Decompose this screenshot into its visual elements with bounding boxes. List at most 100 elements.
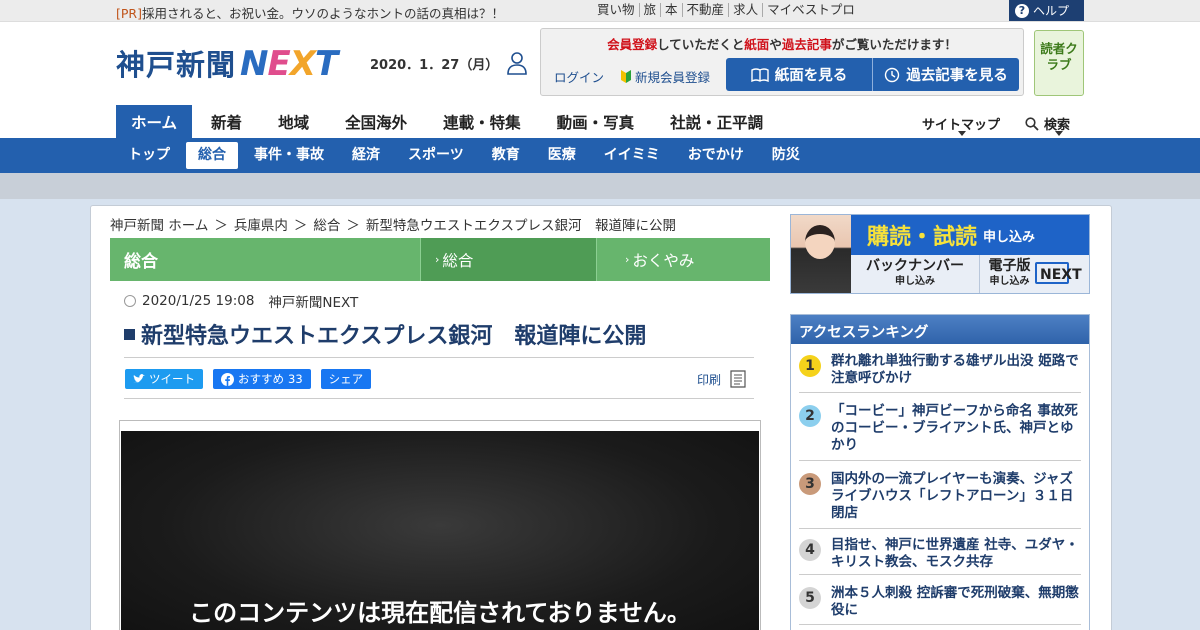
tab-obituary[interactable]: › おくやみ [596, 238, 770, 281]
ranking-item[interactable]: 4 目指せ、神戸に世界遺産 社寺、ユダヤ・キリスト教会、モスク共存 [799, 537, 1081, 575]
ranking-title: アクセスランキング [791, 315, 1089, 344]
nav-region[interactable]: 地域 [278, 105, 309, 138]
search-link[interactable]: 検索 [1025, 114, 1070, 133]
chevron-down-icon [1055, 131, 1063, 136]
new-member-link[interactable]: 新規会員登録 [621, 67, 710, 86]
video-player[interactable]: このコンテンツは現在配信されておりません。 [119, 420, 761, 630]
main-nav: ホーム 新着 地域 全国海外 連載・特集 動画・写真 社説・正平調 [116, 105, 799, 138]
rank-badge: 5 [799, 587, 821, 609]
subnav-top[interactable]: トップ [116, 142, 182, 169]
site-logo[interactable]: 神戸新聞 NEXT [116, 42, 338, 84]
tweet-button[interactable]: ツイート [125, 369, 203, 389]
ranking-item[interactable]: 2 「コービー」神戸ビーフから命名 事故死のコービー・ブライアント氏、神戸とゆか… [799, 403, 1081, 461]
video-screen: このコンテンツは現在配信されておりません。 [121, 431, 759, 630]
service-link[interactable]: マイベストプロ [762, 3, 859, 17]
breadcrumb: 神戸新聞 ホーム ＞ 兵庫県内 ＞ 総合 ＞ 新型特急ウエストエクスプレス銀河 … [110, 214, 676, 234]
nav-home[interactable]: ホーム [116, 105, 193, 138]
ranking-headline: 目指せ、神戸に世界遺産 社寺、ユダヤ・キリスト教会、モスク共存 [831, 537, 1079, 570]
ranking-headline: 「コービー」神戸ビーフから命名 事故死のコービー・ブライアント氏、神戸とゆかり [831, 403, 1078, 453]
sub-nav: トップ 総合 事件・事故 経済 スポーツ 教育 医療 イイミミ おでかけ 防災 [0, 138, 1200, 173]
ad-band [0, 173, 1200, 199]
breadcrumb-category[interactable]: 総合 [313, 214, 340, 234]
subnav-general[interactable]: 総合 [186, 142, 238, 169]
breadcrumb-home[interactable]: 神戸新聞 ホーム [110, 214, 208, 234]
digital-edition-link: 電子版 申し込み [979, 255, 1039, 293]
service-link[interactable]: 旅 [638, 3, 661, 17]
ranking-item[interactable]: 3 国内外の一流プレイヤーも演奏、ジャズライブハウス「レフトアローン」３１日閉店 [799, 471, 1081, 529]
member-box: 会員登録していただくと紙面や過去記事がご覧いただけます！ ログイン 新規会員登録… [540, 28, 1024, 96]
view-buttons: 紙面を見る 過去記事を見る [726, 58, 1019, 91]
model-photo [791, 215, 851, 293]
subnav-incident[interactable]: 事件・事故 [242, 142, 336, 169]
ranking-headline: 国内外の一流プレイヤーも演奏、ジャズライブハウス「レフトアローン」３１日閉店 [831, 471, 1074, 521]
today-date: 2020．1．27（月） [370, 58, 499, 73]
tab-general[interactable]: › 総合 [420, 238, 596, 281]
headline-marker-icon [124, 328, 135, 340]
share-button[interactable]: シェア [320, 369, 372, 389]
category-title: 総合 [110, 238, 420, 281]
chevron-down-icon [958, 131, 966, 136]
service-link[interactable]: 求人 [728, 3, 762, 17]
rank-badge: 3 [799, 473, 821, 495]
twitter-icon [133, 374, 145, 383]
ranking-item[interactable]: 1 群れ離れ単独行動する雄ザル出没 姫路で注意呼びかけ [799, 353, 1081, 393]
divider [124, 357, 754, 358]
subnav-education[interactable]: 教育 [480, 142, 532, 169]
subnav-outing[interactable]: おでかけ [676, 142, 756, 169]
nav-video[interactable]: 動画・写真 [557, 105, 635, 138]
article-datetime: 2020/1/25 19:08 [142, 293, 255, 309]
nav-new[interactable]: 新着 [211, 105, 242, 138]
top-strip: [PR]採用されると、お祝い金。ウソのようなホントの話の真相は？！ 買い物 旅 … [0, 0, 1200, 22]
subscribe-heading: 購読・試読 申し込み [851, 215, 1089, 255]
ranking-headline: 群れ離れ単独行動する雄ザル出没 姫路で注意呼びかけ [831, 353, 1079, 386]
rank-badge: 4 [799, 539, 821, 561]
breadcrumb-prefecture[interactable]: 兵庫県内 [234, 214, 288, 234]
clock-icon [124, 295, 136, 307]
article-source: 神戸新聞NEXT [268, 295, 359, 311]
view-past-button[interactable]: 過去記事を見る [872, 58, 1019, 91]
ranking-item[interactable]: 5 洲本５人刺殺 控訴審で死刑破棄、無期懲役に [799, 585, 1081, 625]
subnav-economy[interactable]: 経済 [340, 142, 392, 169]
site-header: 神戸新聞 NEXT 2020．1．27（月） 会員登録していただくと紙面や過去記… [0, 22, 1200, 138]
recommend-count: 33 [288, 372, 303, 386]
subnav-sports[interactable]: スポーツ [396, 142, 476, 169]
search-icon [1025, 116, 1039, 131]
nav-series[interactable]: 連載・特集 [443, 105, 521, 138]
history-icon [885, 67, 900, 82]
pr-link[interactable]: [PR]採用されると、お祝い金。ウソのようなホントの話の真相は？！ [116, 3, 504, 22]
next-tablet-icon: NEXT [1035, 262, 1082, 284]
divider [124, 398, 754, 399]
category-bar: 総合 › 総合 › おくやみ [110, 238, 770, 281]
nav-editorial[interactable]: 社説・正平調 [670, 105, 763, 138]
video-unavailable-message: このコンテンツは現在配信されておりません。 [189, 599, 691, 627]
member-message: 会員登録していただくと紙面や過去記事がご覧いただけます！ [607, 37, 957, 52]
facebook-icon [221, 372, 234, 386]
service-link[interactable]: 買い物 [597, 3, 639, 17]
service-link[interactable]: 本 [660, 3, 682, 17]
login-link[interactable]: ログイン [554, 67, 604, 86]
recommend-button[interactable]: おすすめ 33 [213, 369, 311, 389]
nav-national[interactable]: 全国海外 [345, 105, 407, 138]
service-links: 買い物 旅 本 不動産 求人 マイベストプロ [597, 3, 859, 17]
help-button[interactable]: ? ヘルプ [1009, 0, 1084, 21]
readers-club-button[interactable]: 読者クラブ [1034, 30, 1084, 96]
view-paper-button[interactable]: 紙面を見る [726, 58, 872, 91]
beginner-mark-icon [621, 70, 631, 83]
service-link[interactable]: 不動産 [681, 3, 729, 17]
print-button[interactable]: 印刷 [697, 369, 749, 389]
access-ranking: アクセスランキング 1 群れ離れ単独行動する雄ザル出没 姫路で注意呼びかけ 2 … [790, 314, 1090, 630]
subnav-medical[interactable]: 医療 [536, 142, 588, 169]
rank-badge: 2 [799, 405, 821, 427]
article-title: 新型特急ウエストエクスプレス銀河 報道陣に公開 [124, 318, 754, 350]
subscription-banner[interactable]: 購読・試読 申し込み バックナンバー 申し込み 電子版 申し込み NEXT [790, 214, 1090, 294]
backnumber-link: バックナンバー 申し込み [866, 258, 964, 288]
user-icon[interactable] [506, 50, 528, 76]
subnav-disaster[interactable]: 防災 [760, 142, 812, 169]
subnav-iimimi[interactable]: イイミミ [592, 142, 672, 169]
help-icon: ? [1015, 3, 1029, 18]
breadcrumb-current: 新型特急ウエストエクスプレス銀河 報道陣に公開 [365, 218, 676, 234]
print-icon [730, 370, 746, 388]
article-meta: 2020/1/25 19:08 神戸新聞NEXT [124, 291, 358, 311]
ranking-headline: 洲本５人刺殺 控訴審で死刑破棄、無期懲役に [831, 585, 1079, 618]
share-buttons: ツイート おすすめ 33 シェア [125, 369, 372, 389]
